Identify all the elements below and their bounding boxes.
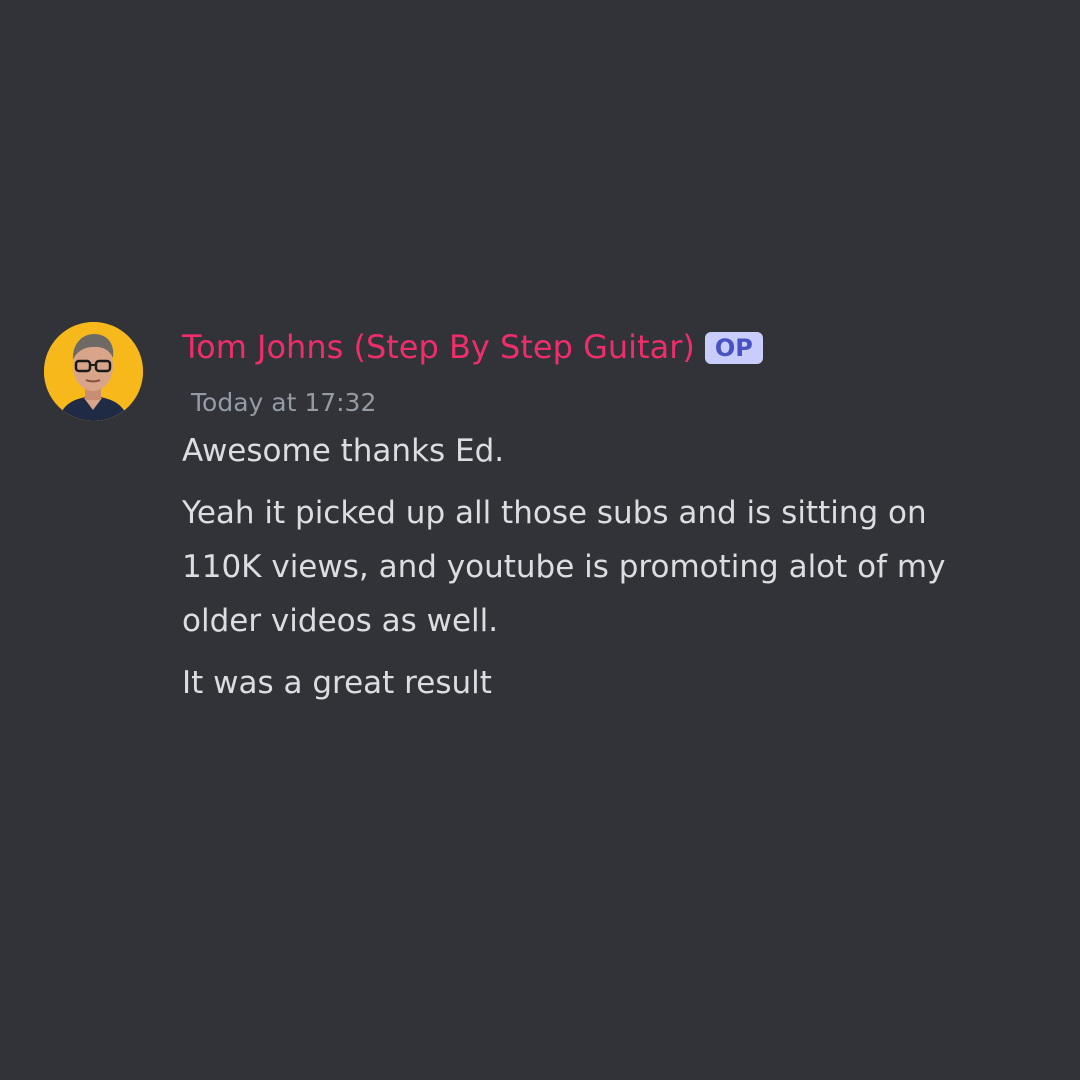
author-name[interactable]: Tom Johns (Step By Step Guitar)	[182, 322, 695, 372]
user-avatar[interactable]	[44, 322, 143, 421]
avatar-portrait-icon	[44, 322, 143, 421]
message-paragraph: Awesome thanks Ed.	[182, 433, 505, 469]
message-header: Tom Johns (Step By Step Guitar) OP	[182, 322, 1002, 372]
message-content: Tom Johns (Step By Step Guitar) OP Today…	[182, 322, 1002, 710]
message-paragraph: It was a great result	[182, 665, 492, 701]
message-paragraph: Yeah it picked up all those subs and is …	[182, 495, 946, 639]
message-timestamp: Today at 17:32	[191, 388, 377, 417]
op-badge: OP	[704, 332, 763, 364]
